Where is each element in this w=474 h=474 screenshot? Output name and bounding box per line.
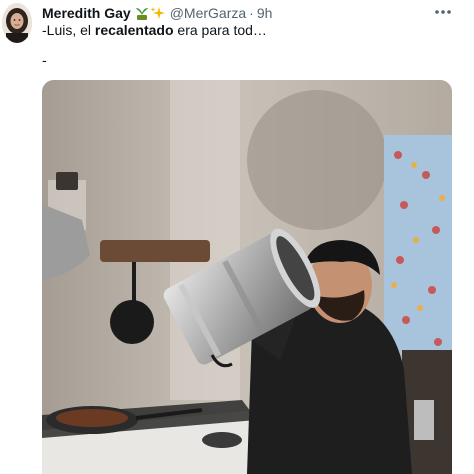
name-emojis: [134, 6, 166, 21]
tweet-text-bold: recalentado: [94, 22, 174, 38]
user-handle[interactable]: @MerGarza: [170, 5, 246, 21]
tweet-text-prefix: -Luis, el: [42, 22, 95, 38]
sparkles-icon: [150, 6, 165, 19]
tweet-text: -Luis, el recalentado era para tod…: [42, 22, 267, 38]
avatar[interactable]: [2, 3, 32, 43]
separator-dot: ·: [249, 5, 254, 21]
tweet-text-second-line: -: [42, 52, 47, 68]
tweet-text-suffix: era para tod…: [173, 22, 267, 38]
timestamp[interactable]: 9h: [257, 5, 273, 21]
plant-icon: [135, 7, 148, 20]
tweet-photo[interactable]: [42, 80, 452, 474]
tweet-header: Meredith Gay @MerGarza · 9h: [42, 4, 272, 22]
tweet[interactable]: Meredith Gay @MerGarza · 9h -Luis, el re…: [0, 0, 474, 474]
display-name[interactable]: Meredith Gay: [42, 5, 131, 21]
more-horizontal-icon[interactable]: [432, 2, 454, 22]
